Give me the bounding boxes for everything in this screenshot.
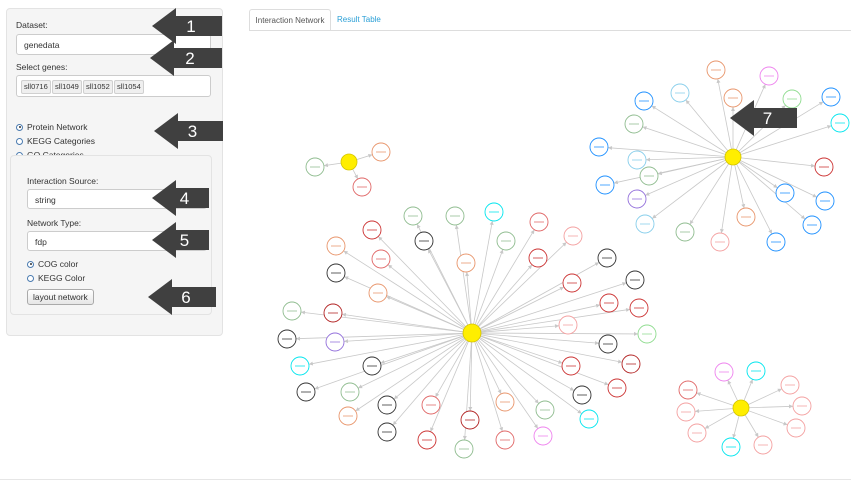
edge-arrowhead — [625, 307, 631, 312]
edge-arrowhead — [694, 409, 700, 414]
edge-arrowhead — [731, 107, 735, 111]
annotation-arrow: 3 — [154, 113, 223, 149]
annotation-number: 1 — [186, 17, 195, 36]
annotation-number: 4 — [180, 189, 189, 208]
hub-gene-node[interactable] — [724, 148, 742, 166]
annotation-arrow: 2 — [150, 40, 222, 76]
edge-arrowhead — [300, 310, 306, 315]
graph-edge — [377, 236, 473, 334]
edge-arrowhead — [613, 180, 619, 185]
edge-arrowhead — [380, 360, 385, 364]
edge-arrowhead — [533, 424, 538, 429]
edge-arrowhead — [295, 336, 301, 341]
edge-arrowhead — [652, 214, 657, 219]
annotation-number: 2 — [185, 49, 194, 68]
hub-gene-node[interactable] — [340, 153, 358, 171]
annotation-number: 3 — [188, 122, 197, 141]
edge-arrowhead — [741, 203, 746, 209]
graph-edge — [471, 332, 539, 429]
annotation-arrow: 5 — [152, 222, 209, 258]
graph-edge — [435, 332, 473, 398]
annotation-number: 6 — [181, 288, 190, 307]
edge-arrowhead — [617, 359, 623, 364]
hub-gene-node[interactable] — [462, 323, 482, 343]
edge-arrowhead — [323, 163, 329, 168]
edge-arrowhead — [633, 331, 639, 336]
edge-arrowhead — [341, 312, 347, 317]
edge-arrowhead — [607, 145, 613, 150]
graph-edge — [732, 156, 818, 198]
edge-arrowhead — [732, 433, 737, 439]
edge-arrowhead — [622, 282, 627, 286]
graph-edge — [471, 332, 609, 386]
edge-arrowhead — [355, 407, 360, 411]
graph-edge — [471, 304, 601, 334]
edge-arrowhead — [594, 340, 600, 345]
graph-edge — [607, 147, 734, 158]
edge-arrowhead — [343, 339, 349, 344]
edge-arrowhead — [489, 220, 494, 226]
graph-edge — [645, 156, 734, 161]
edge-arrowhead — [468, 406, 473, 412]
edge-arrowhead — [558, 359, 563, 364]
edge-arrowhead — [645, 157, 651, 162]
edge-arrowhead — [642, 126, 647, 131]
network-graph[interactable]: 1 2 3 4 5 6 7 — [0, 0, 851, 481]
graph-edge — [685, 99, 734, 158]
graph-edge — [651, 105, 734, 158]
edge-arrowhead — [554, 324, 560, 329]
graph-edge — [393, 332, 473, 400]
edge-arrowhead — [788, 404, 794, 409]
annotation-arrow: 6 — [148, 279, 216, 315]
edge-arrowhead — [716, 78, 721, 84]
edge-arrowhead — [595, 303, 601, 308]
edge-arrowhead — [719, 228, 724, 234]
edge-arrowhead — [577, 409, 582, 414]
annotation-number: 7 — [763, 109, 772, 128]
edge-arrowhead — [696, 392, 701, 397]
annotation-arrow: 1 — [152, 8, 222, 44]
edge-arrowhead — [773, 183, 778, 188]
graph-edge — [471, 264, 533, 334]
graph-edge — [642, 126, 734, 158]
graph-edge — [720, 156, 734, 234]
graph-edge — [732, 156, 816, 167]
graph-edge — [471, 332, 639, 335]
graph-edge — [343, 250, 473, 334]
annotation-number: 5 — [180, 231, 189, 250]
graph-edge — [471, 249, 504, 334]
edge-arrowhead — [462, 435, 467, 441]
edge-arrowhead — [308, 361, 314, 366]
graph-edge — [471, 332, 600, 344]
edge-arrowhead — [465, 271, 470, 277]
edge-arrowhead — [343, 250, 349, 255]
edge-arrowhead — [454, 224, 459, 230]
edge-arrowhead — [689, 219, 694, 225]
hub-gene-node[interactable] — [732, 399, 750, 417]
graph-edge — [689, 156, 734, 225]
annotation-arrow: 4 — [152, 180, 209, 216]
